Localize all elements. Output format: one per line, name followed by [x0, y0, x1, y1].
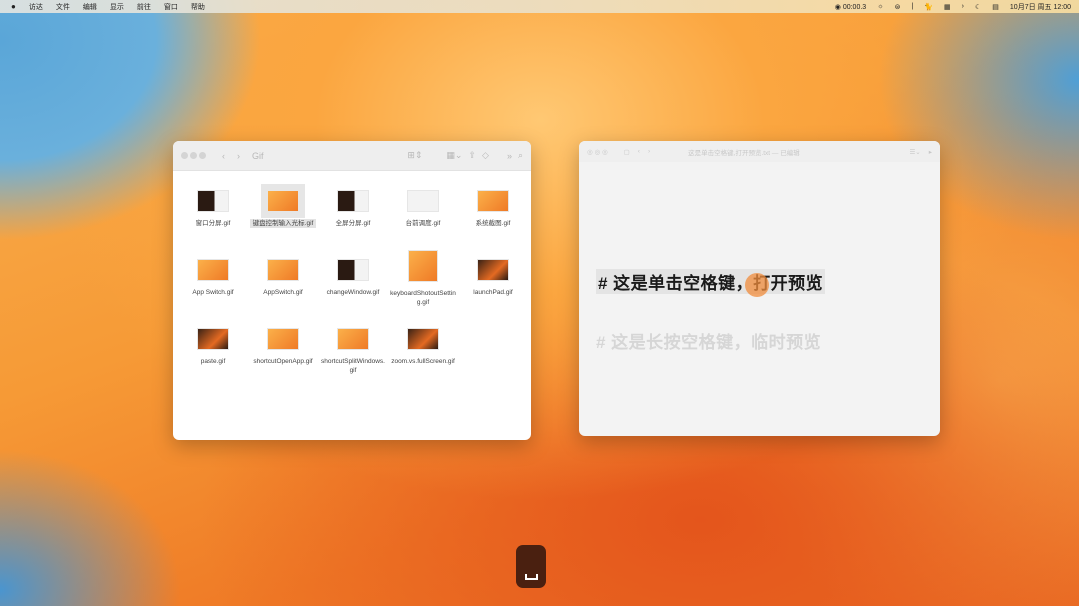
file-item[interactable]: 窗口分屏.gif: [178, 181, 248, 244]
file-item[interactable]: 键盘控制输入光标.gif: [248, 181, 318, 244]
folder-title: Gif: [252, 150, 264, 161]
file-thumbnail: [477, 259, 509, 281]
tag-icon[interactable]: ◇: [482, 150, 489, 161]
separator-icon: |: [911, 3, 914, 10]
preview-titlebar: ◎ ◎ ◎ ▢ ‹ › 这是单击空格键,打开预览.txt — 已编辑 ☰⌄ ▸: [579, 141, 940, 162]
menu-bar: ● 访达 文件 编辑 显示 前往 窗口 帮助 ◉ 00:00.3 ☼ ⊜ | 🐈…: [0, 0, 1079, 13]
share-icon[interactable]: ⇪: [468, 150, 476, 161]
file-name: keyboardShotoutSetting.gif: [390, 290, 456, 306]
file-item[interactable]: shortcutSplitWindows.gif: [318, 319, 388, 382]
file-item[interactable]: keyboardShotoutSetting.gif: [388, 250, 458, 313]
format-icon[interactable]: ☰⌄: [909, 148, 920, 156]
file-item[interactable]: 全屏分屏.gif: [318, 181, 388, 244]
moon-icon[interactable]: ☾: [975, 3, 981, 11]
text-line-1: # 这是单击空格键，打开预览: [596, 269, 826, 294]
file-name: App Switch.gif: [192, 289, 234, 296]
file-item[interactable]: 系统截图.gif: [458, 181, 528, 244]
file-thumbnail: [477, 190, 509, 212]
file-name: 键盘控制输入光标.gif: [250, 219, 316, 228]
file-thumbnail: [267, 328, 299, 350]
file-thumbnail: [407, 190, 439, 212]
file-thumbnail: [337, 328, 369, 350]
file-item[interactable]: paste.gif: [178, 319, 248, 382]
file-item[interactable]: changeWindow.gif: [318, 250, 388, 313]
menu-finder[interactable]: 访达: [29, 2, 43, 12]
apple-menu-icon[interactable]: ●: [11, 2, 16, 11]
file-thumbnail: [337, 259, 369, 281]
file-name: paste.gif: [200, 358, 226, 365]
sync-icon[interactable]: ⊜: [895, 3, 901, 11]
file-item[interactable]: launchPad.gif: [458, 250, 528, 313]
menu-file[interactable]: 文件: [56, 2, 70, 12]
menu-view[interactable]: 显示: [110, 2, 124, 12]
file-grid: 窗口分屏.gif 键盘控制输入光标.gif 全屏分屏.gif 台前调度.gif 系统截图…: [173, 171, 531, 382]
finder-window: ‹ › Gif ⊞⇕ ▦⌄ ⇪ ◇ » ⌕ 窗口分屏.gif 键盘控制输入光标.g…: [173, 141, 531, 440]
brightness-icon[interactable]: ☼: [877, 3, 883, 10]
file-name: AppSwitch.gif: [263, 289, 303, 296]
play-icon[interactable]: ▸: [929, 148, 932, 156]
file-thumbnail: [197, 259, 229, 281]
finder-toolbar: ‹ › Gif ⊞⇕ ▦⌄ ⇪ ◇ » ⌕: [173, 141, 531, 171]
recording-time: 00:00.3: [842, 3, 867, 11]
group-icon[interactable]: ▦⌄: [446, 150, 462, 161]
more-icon[interactable]: »: [507, 151, 512, 161]
forward-icon[interactable]: ›: [648, 148, 650, 155]
input-method-icon[interactable]: ▦: [944, 3, 951, 11]
file-name: shortcutSplitWindows.gif: [321, 358, 385, 374]
file-thumbnail: [408, 250, 438, 282]
document-title: 这是单击空格键,打开预览.txt — 已编辑: [688, 149, 800, 157]
forward-icon[interactable]: ›: [237, 151, 240, 161]
window-controls[interactable]: [181, 151, 208, 161]
menu-help[interactable]: 帮助: [191, 2, 205, 12]
window-controls[interactable]: ◎ ◎ ◎: [587, 148, 608, 156]
file-thumbnail: [267, 259, 299, 281]
back-icon[interactable]: ‹: [638, 148, 640, 155]
back-icon[interactable]: ‹: [222, 151, 225, 161]
file-name: 窗口分屏.gif: [195, 220, 231, 227]
view-icon[interactable]: ⊞⇕: [407, 150, 422, 161]
file-item[interactable]: shortcutOpenApp.gif: [248, 319, 318, 382]
file-thumbnail: [337, 190, 369, 212]
file-name: shortcutOpenApp.gif: [253, 358, 313, 365]
menu-go[interactable]: 前往: [137, 2, 151, 12]
chevron-icon[interactable]: ›: [962, 3, 964, 10]
file-name: changeWindow.gif: [326, 289, 380, 296]
text-line-2: # 这是长按空格键，临时预览: [596, 333, 822, 352]
file-item[interactable]: AppSwitch.gif: [248, 250, 318, 313]
file-name: 全屏分屏.gif: [335, 220, 371, 227]
file-thumbnail: [197, 190, 229, 212]
sidebar-icon[interactable]: ▢: [624, 148, 630, 156]
menu-window[interactable]: 窗口: [164, 2, 178, 12]
file-name: zoom.vs.fullScreen.gif: [391, 358, 455, 365]
file-name: 台前调度.gif: [405, 220, 441, 227]
file-thumbnail: [407, 328, 439, 350]
file-name: 系统截图.gif: [475, 220, 511, 227]
clock[interactable]: 10月7日 周五 12:00: [1010, 2, 1071, 12]
mouse-cursor-highlight: [745, 273, 769, 297]
file-item[interactable]: zoom.vs.fullScreen.gif: [388, 319, 458, 382]
space-key-indicator: [516, 545, 546, 588]
menu-edit[interactable]: 编辑: [83, 2, 97, 12]
file-item[interactable]: 台前调度.gif: [388, 181, 458, 244]
file-item[interactable]: App Switch.gif: [178, 250, 248, 313]
recording-status[interactable]: ◉ 00:00.3: [835, 3, 866, 11]
control-center-icon[interactable]: ▤: [992, 3, 999, 11]
preview-window: ◎ ◎ ◎ ▢ ‹ › 这是单击空格键,打开预览.txt — 已编辑 ☰⌄ ▸ …: [579, 141, 940, 436]
space-key-icon: [524, 574, 538, 580]
search-icon[interactable]: ⌕: [518, 150, 523, 161]
file-thumbnail: [261, 184, 305, 218]
file-thumbnail: [197, 328, 229, 350]
cat-icon[interactable]: 🐈: [924, 3, 933, 11]
file-name: launchPad.gif: [473, 289, 513, 296]
